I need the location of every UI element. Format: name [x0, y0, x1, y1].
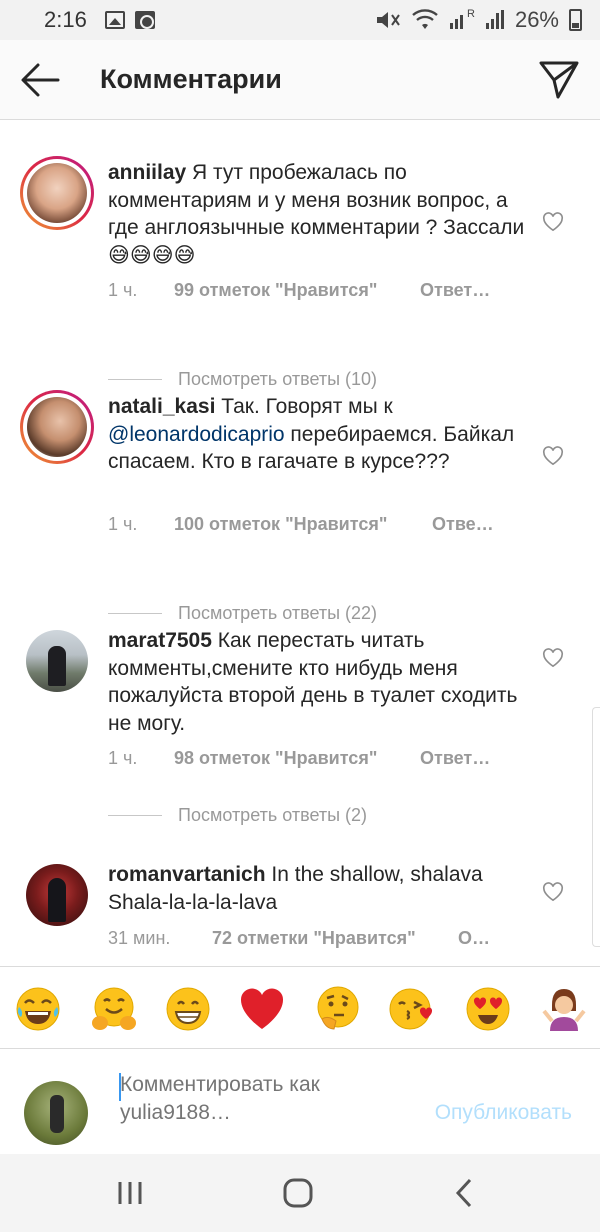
comment-body: Так. Говорят мы к — [215, 395, 393, 418]
view-replies-label: Посмотреть ответы (10) — [178, 369, 378, 389]
comment-likes[interactable]: 98 отметок "Нравится" — [174, 748, 420, 769]
like-heart-icon[interactable] — [542, 446, 564, 466]
comment-username[interactable]: marat7505 — [108, 629, 212, 652]
comments-header: Комментарии — [0, 40, 600, 120]
divider-line — [108, 379, 162, 380]
view-replies-link[interactable]: Посмотреть ответы (10) — [108, 369, 377, 390]
comment-username[interactable]: natali_kasi — [108, 395, 215, 418]
heart-eyes-emoji-icon[interactable] — [464, 985, 512, 1033]
hugging-emoji-icon[interactable] — [90, 985, 138, 1033]
shrugging-woman-emoji-icon[interactable] — [540, 985, 588, 1033]
comment-username[interactable]: anniilay — [108, 161, 186, 184]
comment-meta: 31 мин. 72 отметки "Нравится" О… — [108, 928, 490, 949]
comment-text: anniilay Я тут пробежалась по комментари… — [108, 159, 528, 269]
page-title: Комментарии — [100, 64, 282, 94]
wifi-icon — [412, 9, 438, 29]
reply-link[interactable]: Ответ… — [420, 280, 490, 301]
battery-icon — [569, 9, 582, 31]
roaming-label: R — [467, 8, 475, 20]
avatar[interactable] — [26, 864, 88, 926]
comment-username[interactable]: romanvartanich — [108, 863, 266, 886]
comment-composer: Опубликовать — [0, 1048, 600, 1154]
like-heart-icon[interactable] — [542, 212, 564, 232]
joy-emoji-icon[interactable] — [14, 985, 62, 1033]
signal-icon-2 — [485, 10, 504, 29]
divider-line — [108, 613, 162, 614]
gallery-notification-icon — [104, 11, 125, 29]
comment-likes[interactable]: 99 отметок "Нравится" — [174, 280, 420, 301]
avatar[interactable] — [24, 1081, 88, 1145]
recent-apps-icon[interactable] — [110, 1176, 150, 1210]
back-nav-icon[interactable] — [446, 1176, 486, 1210]
thinking-emoji-icon[interactable] — [314, 985, 362, 1033]
status-bar: 2:16 R 26% — [0, 0, 600, 40]
reply-link[interactable]: Ответ… — [420, 748, 490, 769]
emoji-quick-bar — [0, 966, 600, 1048]
comment-text: romanvartanich In the shallow, shalava S… — [108, 861, 528, 916]
publish-button[interactable]: Опубликовать — [435, 1101, 572, 1125]
comment-meta: 1 ч. 98 отметок "Нравится" Ответ… — [108, 748, 490, 769]
avatar[interactable] — [20, 390, 94, 464]
direct-send-icon[interactable] — [538, 58, 580, 100]
comment-time: 1 ч. — [108, 748, 138, 768]
home-icon[interactable] — [278, 1176, 318, 1210]
comments-list[interactable]: anniilay Я тут пробежалась по комментари… — [0, 121, 600, 967]
mute-icon — [377, 12, 400, 28]
alarm-notification-icon — [134, 11, 155, 29]
comment-text: marat7505 Как перестать читать комменты,… — [108, 627, 528, 737]
comment-time: 1 ч. — [108, 514, 138, 534]
comment-meta: 1 ч. 100 отметок "Нравится" Отве… — [108, 514, 494, 535]
view-replies-link[interactable]: Посмотреть ответы (22) — [108, 603, 377, 624]
comment-text: natali_kasi Так. Говорят мы к @leonardod… — [108, 393, 528, 476]
avatar[interactable] — [20, 156, 94, 230]
reply-link[interactable]: Отве… — [432, 514, 494, 535]
comment-input[interactable] — [120, 1071, 400, 1127]
avatar[interactable] — [26, 630, 88, 692]
grinning-emoji-icon[interactable] — [164, 985, 212, 1033]
kissing-heart-emoji-icon[interactable] — [388, 985, 436, 1033]
comment-likes[interactable]: 72 отметки "Нравится" — [212, 928, 458, 949]
scrollbar[interactable] — [592, 707, 600, 947]
view-replies-link[interactable]: Посмотреть ответы (2) — [108, 805, 367, 826]
view-replies-label: Посмотреть ответы (2) — [178, 805, 368, 825]
mention-link[interactable]: @leonardodicaprio — [108, 423, 285, 446]
battery-percent: 26% — [514, 7, 559, 32]
system-nav-bar — [0, 1154, 600, 1232]
comment-time: 31 мин. — [108, 928, 171, 948]
comment-time: 1 ч. — [108, 280, 138, 300]
back-arrow-icon[interactable] — [18, 60, 62, 100]
like-heart-icon[interactable] — [542, 648, 564, 668]
view-replies-label: Посмотреть ответы (22) — [178, 603, 378, 623]
comment-meta: 1 ч. 99 отметок "Нравится" Ответ… — [108, 280, 490, 301]
red-heart-emoji-icon[interactable] — [238, 985, 286, 1033]
status-time: 2:16 — [44, 7, 87, 32]
divider-line — [108, 815, 162, 816]
signal-icon — [450, 15, 463, 29]
like-heart-icon[interactable] — [542, 882, 564, 902]
comment-likes[interactable]: 100 отметок "Нравится" — [174, 514, 432, 535]
reply-link[interactable]: О… — [458, 928, 490, 949]
